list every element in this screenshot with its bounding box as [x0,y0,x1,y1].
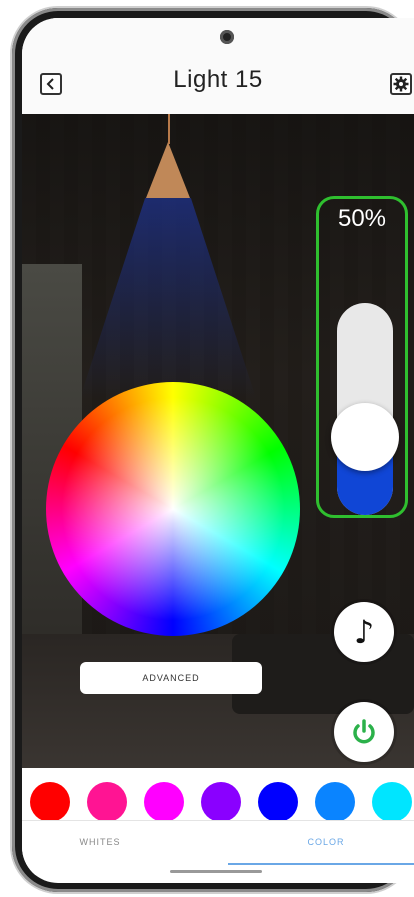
lamp-light-beam [80,198,256,398]
settings-button[interactable] [390,73,412,95]
advanced-button[interactable]: ADVANCED [80,662,262,694]
color-swatch[interactable] [315,782,355,822]
music-mode-button[interactable]: ♪ [334,602,394,662]
active-tab-indicator [228,863,414,865]
color-swatch[interactable] [87,782,127,822]
gear-icon [393,76,409,92]
brightness-slider-thumb[interactable] [331,403,399,471]
color-swatch[interactable] [372,782,412,822]
color-swatch[interactable] [258,782,298,822]
music-note-icon: ♪ [353,613,375,651]
room-preview: 50% ♪ ADVANCED [22,114,414,768]
brightness-value: 50% [337,205,387,232]
front-camera [220,30,234,44]
tab-whites[interactable]: WHITES [22,837,198,847]
lamp-cord [168,114,170,144]
brightness-control: 50% [316,196,408,518]
app-header: Light 15 [22,18,414,114]
home-indicator [170,870,262,873]
tab-color[interactable]: COLOR [228,837,414,847]
color-swatch[interactable] [144,782,184,822]
power-button[interactable] [334,702,394,762]
color-swatch[interactable] [30,782,70,822]
page-title: Light 15 [173,66,263,93]
pendant-lamp [146,142,190,198]
app-screen: Light 15 50% ♪ ADVANCED WHITES COLOR [22,18,414,883]
color-wheel[interactable] [46,382,300,636]
mode-tabs: WHITES COLOR [22,820,414,875]
power-icon [353,719,375,744]
color-swatch[interactable] [201,782,241,822]
